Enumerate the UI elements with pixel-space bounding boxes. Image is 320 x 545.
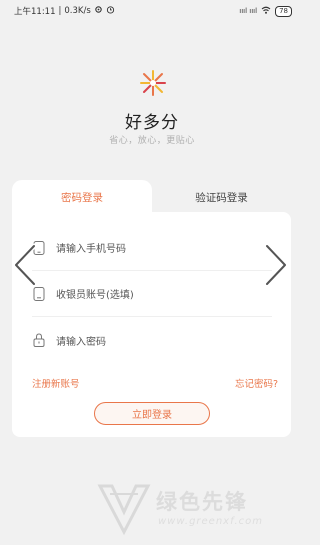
watermark-logo bbox=[97, 484, 151, 536]
alarm-icon bbox=[106, 5, 115, 17]
login-card: 请输入手机号码 收银员账号(选填) 请输入密码 注册新账号 忘记密码? 立即登录 bbox=[12, 212, 291, 437]
cashier-input[interactable]: 收银员账号(选填) bbox=[56, 286, 134, 301]
tab-password-login[interactable]: 密码登录 bbox=[12, 180, 152, 214]
watermark-url: www.greenxf.com bbox=[158, 516, 263, 527]
register-link[interactable]: 注册新账号 bbox=[32, 376, 80, 390]
login-button[interactable]: 立即登录 bbox=[94, 402, 210, 425]
auth-links: 注册新账号 忘记密码? bbox=[32, 376, 278, 390]
phone-field[interactable]: 请输入手机号码 bbox=[32, 225, 272, 271]
login-tabs: 密码登录 验证码登录 bbox=[12, 180, 291, 214]
cashier-icon bbox=[32, 286, 46, 301]
watermark-text: 绿色先锋 bbox=[156, 490, 248, 514]
password-field[interactable]: 请输入密码 bbox=[32, 317, 272, 363]
status-divider: | bbox=[58, 6, 62, 16]
status-bar: 上午11:11 | 0.3K/s ıııl ıııl 78 bbox=[0, 0, 304, 22]
app-name: 好多分 bbox=[125, 113, 179, 133]
settings-icon bbox=[94, 5, 103, 17]
wifi-icon bbox=[261, 6, 271, 16]
app-logo bbox=[138, 68, 168, 98]
lock-icon bbox=[32, 333, 46, 347]
watermark: 绿色先锋 www.greenxf.com bbox=[96, 476, 304, 542]
chevron-right-icon[interactable] bbox=[263, 243, 289, 287]
status-time: 上午11:11 bbox=[14, 7, 56, 17]
phone-input[interactable]: 请输入手机号码 bbox=[56, 240, 126, 255]
signal-icon: ıııl ıııl bbox=[239, 7, 258, 15]
network-speed: 0.3K/s bbox=[64, 6, 91, 16]
status-left: 上午11:11 | 0.3K/s bbox=[14, 5, 115, 17]
chevron-left-icon[interactable] bbox=[12, 243, 38, 287]
battery-indicator: 78 bbox=[275, 5, 292, 17]
app-slogan: 省心，放心，更贴心 bbox=[109, 136, 195, 146]
password-input[interactable]: 请输入密码 bbox=[56, 333, 106, 348]
status-right: ıııl ıııl 78 bbox=[239, 5, 292, 17]
cashier-field[interactable]: 收银员账号(选填) bbox=[32, 271, 272, 317]
forgot-password-link[interactable]: 忘记密码? bbox=[235, 376, 278, 390]
tab-code-login[interactable]: 验证码登录 bbox=[152, 180, 291, 214]
